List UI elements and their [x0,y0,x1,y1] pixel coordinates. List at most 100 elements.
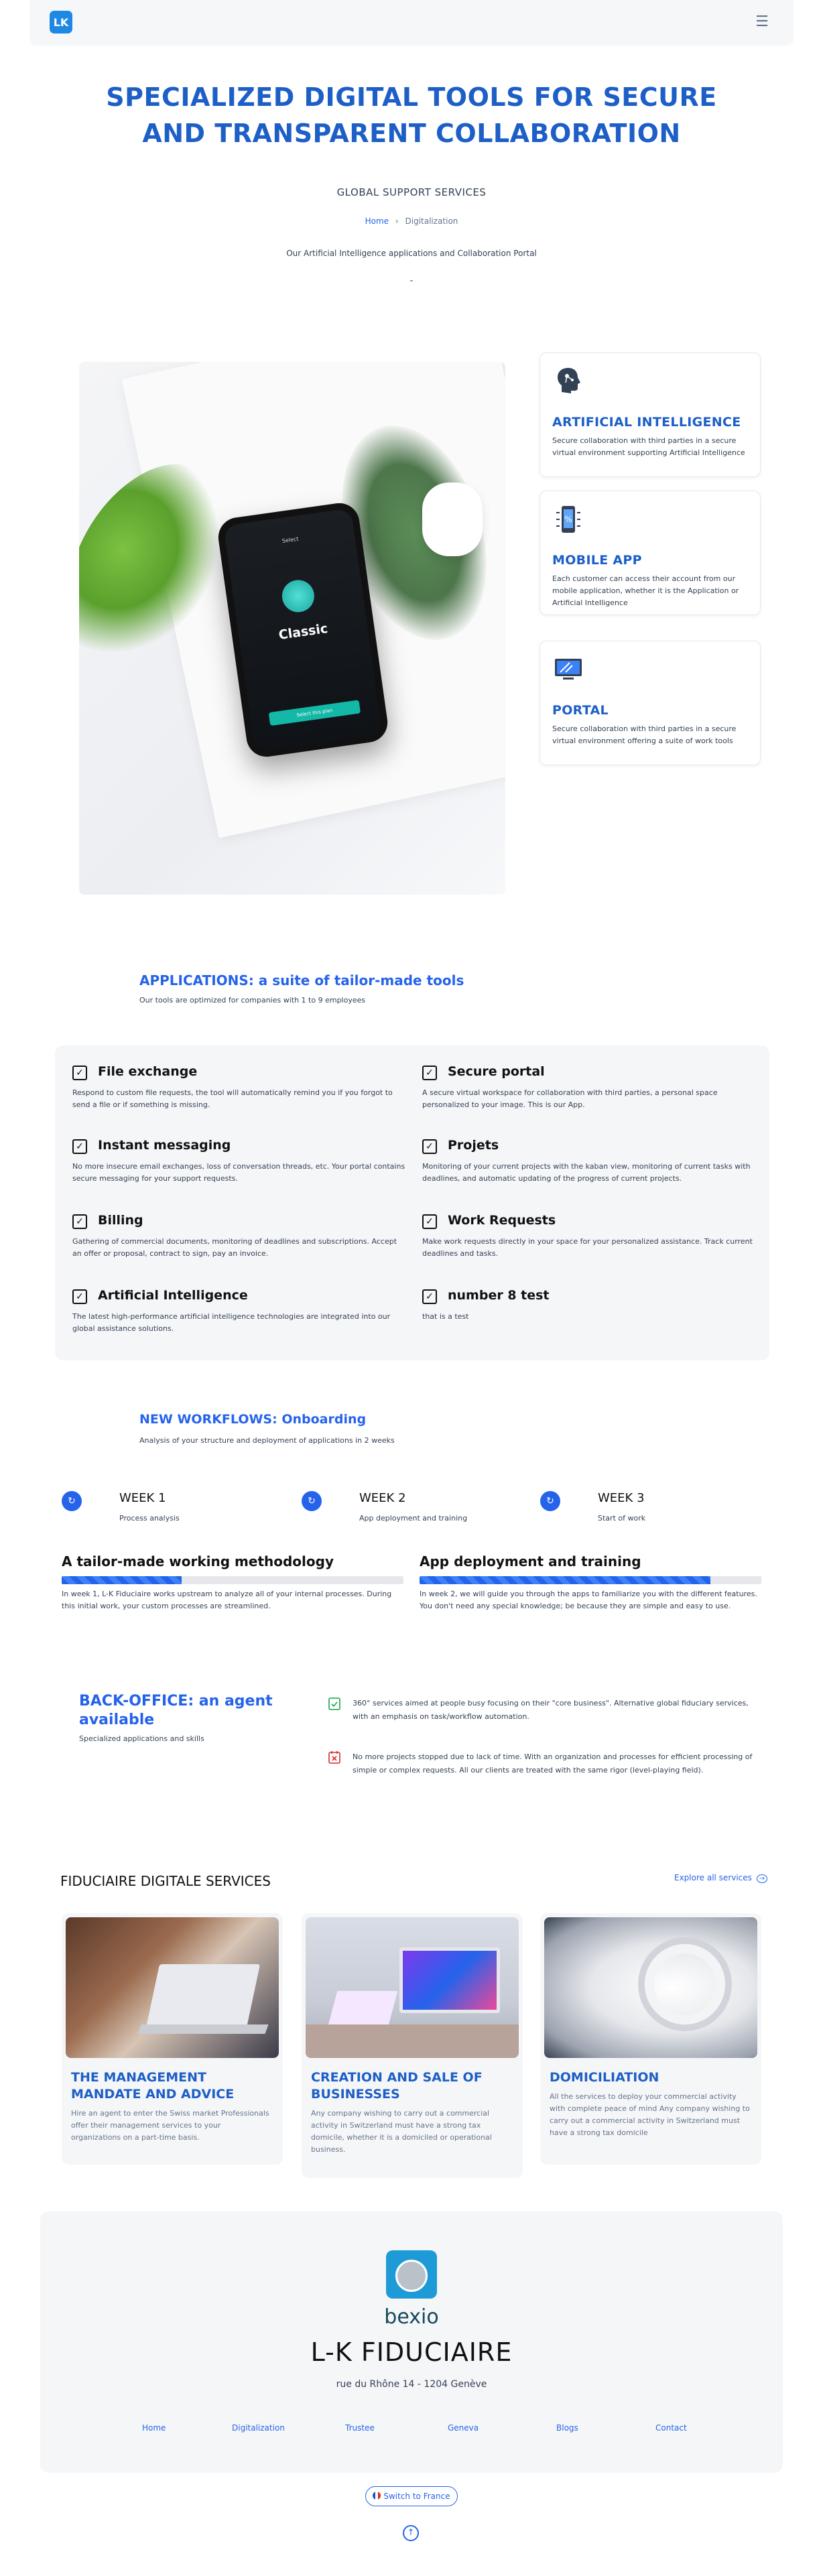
app-title: Instant messaging [98,1138,231,1153]
checkbox-icon: ✓ [422,1289,437,1304]
feature-text: Secure collaboration with third parties … [552,724,737,745]
feature-title: ARTIFICIAL INTELLIGENCE [552,415,741,430]
portal-text: Our Artificial Intelligence applications… [286,249,537,258]
feature-title: MOBILE APP [552,553,642,568]
backoffice-title: BACK-OFFICE: an agent available [79,1693,273,1728]
switch-country-button[interactable]: Switch to France [365,2486,458,2506]
clipboard-check-icon [328,1697,340,1710]
services-title: FIDUCIAIRE DIGITALE SERVICES [60,1873,271,1889]
ai-head-icon [558,368,580,393]
service-text: All the services to deploy your commerci… [550,2092,750,2137]
service-title: THE MANAGEMENT MANDATE AND ADVICE [71,2070,235,2102]
workflows-title: NEW WORKFLOWS: Onboarding [139,1412,367,1427]
backoffice-text: 360° services aimed at people busy focus… [353,1699,749,1721]
switch-label: Switch to France [383,2492,450,2501]
footer-link-trustee[interactable]: Trustee [345,2423,375,2433]
app-text: A secure virtual workspace for collabora… [422,1088,718,1109]
feature-card-portal[interactable]: PORTAL Secure collaboration with third p… [540,641,761,765]
footer-link-contact[interactable]: Contact [655,2423,687,2433]
feature-text: Secure collaboration with third parties … [552,436,745,457]
service-photo-staircase [544,1917,757,2058]
back-to-top-icon[interactable]: ↑ [403,2525,419,2541]
progress-bar [420,1576,761,1584]
screen-header: Select [281,535,299,544]
applications-panel: ✓ File exchange Respond to custom file r… [55,1045,769,1360]
progress-bar [62,1576,403,1584]
plan-label: Classic [277,621,329,643]
service-card-management[interactable]: THE MANAGEMENT MANDATE AND ADVICE Hire a… [62,1913,283,2165]
service-text: Any company wishing to carry out a comme… [311,2109,492,2154]
week-step-3: ↻ WEEK 3 Start of work [540,1491,741,1531]
app-text: Gathering of commercial documents, monit… [72,1237,397,1258]
week-sub: App deployment and training [359,1514,468,1523]
calendar-x-icon [328,1751,340,1764]
hamburger-menu-icon[interactable]: ☰ [753,13,771,31]
partner-name: bexio [384,2305,439,2329]
footer-link-blogs[interactable]: Blogs [556,2423,578,2433]
service-card-creation[interactable]: CREATION AND SALE OF BUSINESSES Any comp… [302,1913,523,2178]
breadcrumb-home-link[interactable]: Home [365,216,389,226]
phone-screen: Select Classic Select this plan [223,508,383,752]
workflows-subtitle: Analysis of your structure and deploymen… [139,1436,395,1445]
company-address: rue du Rhône 14 - 1204 Genève [336,2379,487,2390]
app-text: that is a test [422,1312,469,1321]
applications-title: APPLICATIONS: a suite of tailor-made too… [139,972,464,988]
checkbox-icon: ✓ [422,1139,437,1154]
app-text: The latest high-performance artificial i… [72,1312,391,1333]
plan-button: Select this plan [268,700,361,726]
feature-title: PORTAL [552,703,609,718]
footer-link-geneva[interactable]: Geneva [448,2423,479,2433]
app-title: Secure portal [448,1064,545,1079]
week-step-2: ↻ WEEK 2 App deployment and training [302,1491,503,1531]
app-title: Projets [448,1138,499,1153]
company-name: L-K FIDUCIAIRE [310,2337,513,2367]
footer: bexio L-K FIDUCIAIRE rue du Rhône 14 - 1… [40,2211,783,2473]
footer-link-home[interactable]: Home [142,2423,166,2433]
week-sub: Start of work [598,1514,646,1523]
method-block-2: App deployment and training In week 2, w… [420,1553,761,1612]
feature-text: Each customer can access their account f… [552,574,739,607]
chevron-right-icon: › [395,216,399,226]
week-sub: Process analysis [119,1514,180,1523]
feature-card-mobile[interactable]: % MOBILE APP Each customer can access th… [540,491,761,615]
phone-photo: Select Classic Select this plan [79,362,505,895]
service-text: Hire an agent to enter the Swiss market … [71,2109,269,2142]
checkbox-icon: ✓ [72,1139,87,1154]
service-title: DOMICILIATION [550,2070,659,2085]
service-photo-desk [306,1917,519,2058]
top-navbar: LK ☰ [29,0,794,46]
method-title: A tailor-made working methodology [62,1553,334,1569]
week-title: WEEK 2 [359,1491,406,1505]
app-title: number 8 test [448,1288,550,1303]
app-text: Make work requests directly in your spac… [422,1237,753,1258]
checkbox-icon: ✓ [422,1066,437,1080]
page-title: SPECIALIZED DIGITAL TOOLS FOR SECURE AND… [106,82,717,148]
earbuds-case [422,482,483,556]
france-flag-icon [373,2492,381,2500]
app-title: Artificial Intelligence [98,1288,248,1303]
feature-card-ai[interactable]: ARTIFICIAL INTELLIGENCE Secure collabora… [540,352,761,477]
applications-subtitle: Our tools are optimized for companies wi… [139,996,366,1005]
logo[interactable]: LK [50,11,72,34]
week-title: WEEK 1 [119,1491,166,1505]
progress-fill [62,1576,182,1584]
footer-link-digitalization[interactable]: Digitalization [232,2423,285,2433]
checkbox-icon: ✓ [422,1214,437,1229]
arrow-circle-icon: → [756,1874,768,1883]
loading-icon: ↻ [540,1491,560,1511]
explore-services-link[interactable]: Explore all services → [674,1873,768,1883]
app-text: No more insecure email exchanges, loss o… [72,1162,405,1183]
week-step-1: ↻ WEEK 1 Process analysis [62,1491,263,1531]
plan-icon [279,578,317,615]
explore-services-label: Explore all services [674,1873,752,1882]
plan-description [262,644,350,656]
partner-badge [386,2250,437,2299]
service-card-domiciliation[interactable]: DOMICILIATION All the services to deploy… [540,1913,761,2165]
mobile-app-icon: % [556,506,580,533]
progress-fill [420,1576,710,1584]
service-title: CREATION AND SALE OF BUSINESSES [311,2070,483,2102]
hero-subtitle: GLOBAL SUPPORT SERVICES [336,186,487,198]
app-text: Respond to custom file requests, the too… [72,1088,393,1109]
badge-medal-icon [395,2260,428,2292]
backoffice-subtitle: Specialized applications and skills [79,1734,204,1743]
